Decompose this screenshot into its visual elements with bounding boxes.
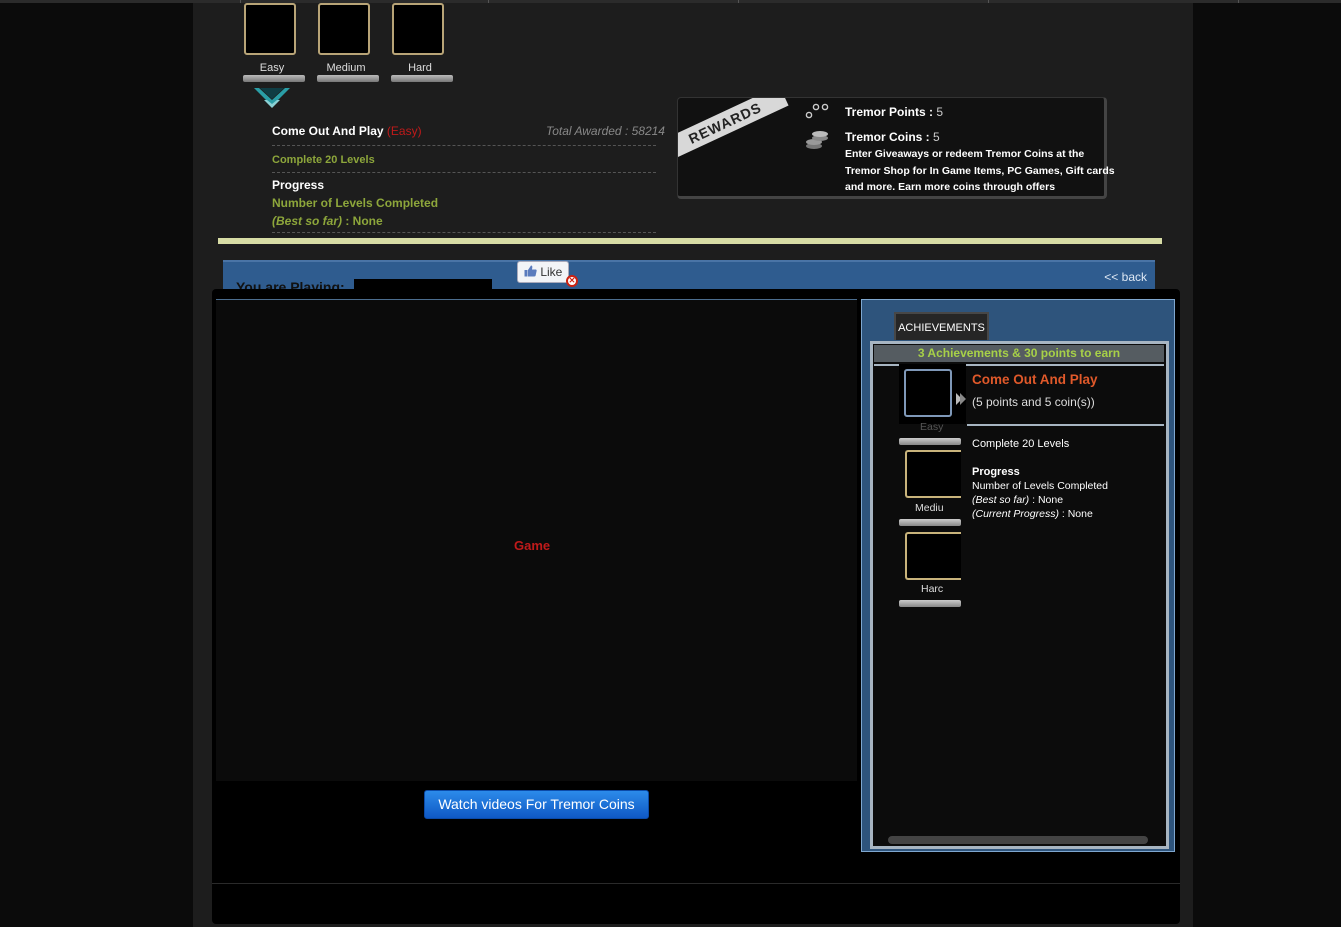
horizontal-scrollbar[interactable] bbox=[888, 836, 1148, 844]
current-label: (Current Progress) bbox=[972, 508, 1059, 520]
best-value: : None bbox=[342, 214, 383, 228]
tier-hard-label: Hard bbox=[408, 62, 432, 74]
points-label: Tremor Points : bbox=[845, 105, 937, 119]
tier-easy-label: Easy bbox=[259, 62, 285, 74]
watch-videos-button[interactable]: Watch videos For Tremor Coins bbox=[424, 790, 649, 819]
best-value: : None bbox=[1029, 494, 1064, 506]
total-awarded: Total Awarded : 58214 bbox=[546, 124, 665, 138]
tremor-coins: Tremor Coins : 5 bbox=[845, 130, 940, 144]
achievement-easy-progress bbox=[899, 438, 961, 445]
progress-metric: Number of Levels Completed bbox=[272, 196, 439, 210]
achievement-detail-name: Come Out And Play bbox=[972, 372, 1098, 387]
playing-bar: You are Playing: << back bbox=[223, 260, 1155, 290]
close-icon[interactable]: ✕ bbox=[566, 275, 578, 287]
achievement-difficulty: (Easy) bbox=[386, 124, 422, 138]
points-value: 5 bbox=[936, 105, 944, 119]
section-divider bbox=[218, 238, 1162, 244]
rewards-description: Enter Giveaways or redeem Tremor Coins a… bbox=[845, 148, 1115, 193]
thumbs-up-icon bbox=[524, 265, 537, 277]
tier-medium-label: Medium bbox=[326, 62, 366, 74]
achievement-detail-requirement: Complete 20 Levels bbox=[972, 438, 1070, 450]
best-label: (Best so far) bbox=[972, 494, 1030, 506]
like-label: Like bbox=[540, 265, 563, 279]
chevron-down-icon bbox=[254, 88, 290, 108]
achievement-easy-badge[interactable] bbox=[904, 369, 952, 417]
coins-value: 5 bbox=[933, 130, 940, 144]
tremor-points: Tremor Points : 5 bbox=[845, 105, 943, 119]
achievement-detail-metric: Number of Levels Completed bbox=[972, 480, 1108, 492]
tier-medium-progress bbox=[317, 75, 379, 82]
like-button[interactable]: Like bbox=[517, 261, 569, 283]
back-link[interactable]: << back bbox=[1104, 270, 1147, 284]
tier-hard-badge[interactable] bbox=[392, 3, 444, 55]
current-value: : None bbox=[1058, 508, 1093, 520]
achievement-detail-best: (Best so far) : None bbox=[972, 494, 1063, 506]
achievement-medium-progress bbox=[899, 519, 961, 526]
tier-medium-badge[interactable] bbox=[318, 3, 370, 55]
achievement-title: Come Out And Play (Easy) bbox=[272, 124, 422, 138]
achievement-detail-points: (5 points and 5 coin(s)) bbox=[972, 395, 1095, 409]
rewards-ribbon: REWARDS bbox=[678, 98, 789, 161]
achievement-easy-label: Easy bbox=[920, 421, 944, 433]
points-icon bbox=[805, 103, 829, 119]
achievement-hard-progress bbox=[899, 600, 961, 607]
coins-icon bbox=[806, 131, 828, 149]
best-label: (Best so far) bbox=[272, 214, 343, 228]
divider bbox=[272, 145, 656, 146]
divider bbox=[212, 883, 1180, 884]
tier-hard-progress bbox=[391, 75, 453, 82]
achievements-header: 3 Achievements & 30 points to earn bbox=[874, 345, 1164, 362]
tab-achievements[interactable]: ACHIEVEMENTS bbox=[894, 312, 989, 340]
achievement-hard-label: Harc bbox=[921, 583, 944, 595]
divider bbox=[272, 232, 656, 233]
achievement-detail-progress-heading: Progress bbox=[972, 466, 1020, 478]
tier-easy-progress bbox=[243, 75, 305, 82]
achievement-medium-badge[interactable] bbox=[905, 450, 961, 498]
coins-label: Tremor Coins : bbox=[845, 130, 934, 144]
divider bbox=[967, 424, 1164, 426]
achievement-requirement: Complete 20 Levels bbox=[272, 154, 375, 166]
divider bbox=[272, 172, 656, 173]
chevron-right-icon bbox=[956, 393, 966, 405]
achievement-detail-current: (Current Progress) : None bbox=[972, 508, 1093, 520]
game-placeholder: Game bbox=[514, 538, 551, 553]
achievement-medium-label: Mediu bbox=[915, 502, 944, 514]
top-divider bbox=[1238, 0, 1239, 3]
tier-easy-badge[interactable] bbox=[244, 3, 296, 55]
achievement-name: Come Out And Play bbox=[272, 124, 384, 138]
progress-heading: Progress bbox=[272, 178, 325, 192]
achievement-hard-badge[interactable] bbox=[905, 532, 961, 580]
best-so-far: (Best so far) : None bbox=[272, 214, 383, 228]
